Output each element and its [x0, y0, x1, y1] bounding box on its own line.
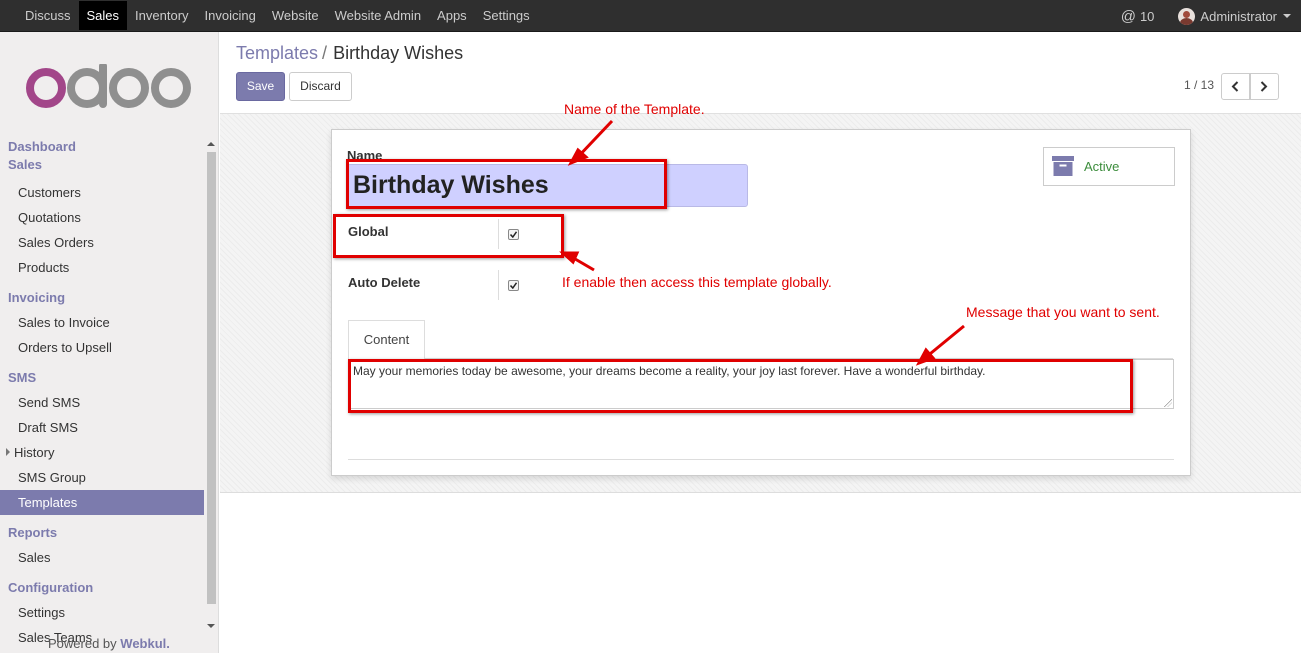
annotation-arrows	[559, 119, 965, 366]
